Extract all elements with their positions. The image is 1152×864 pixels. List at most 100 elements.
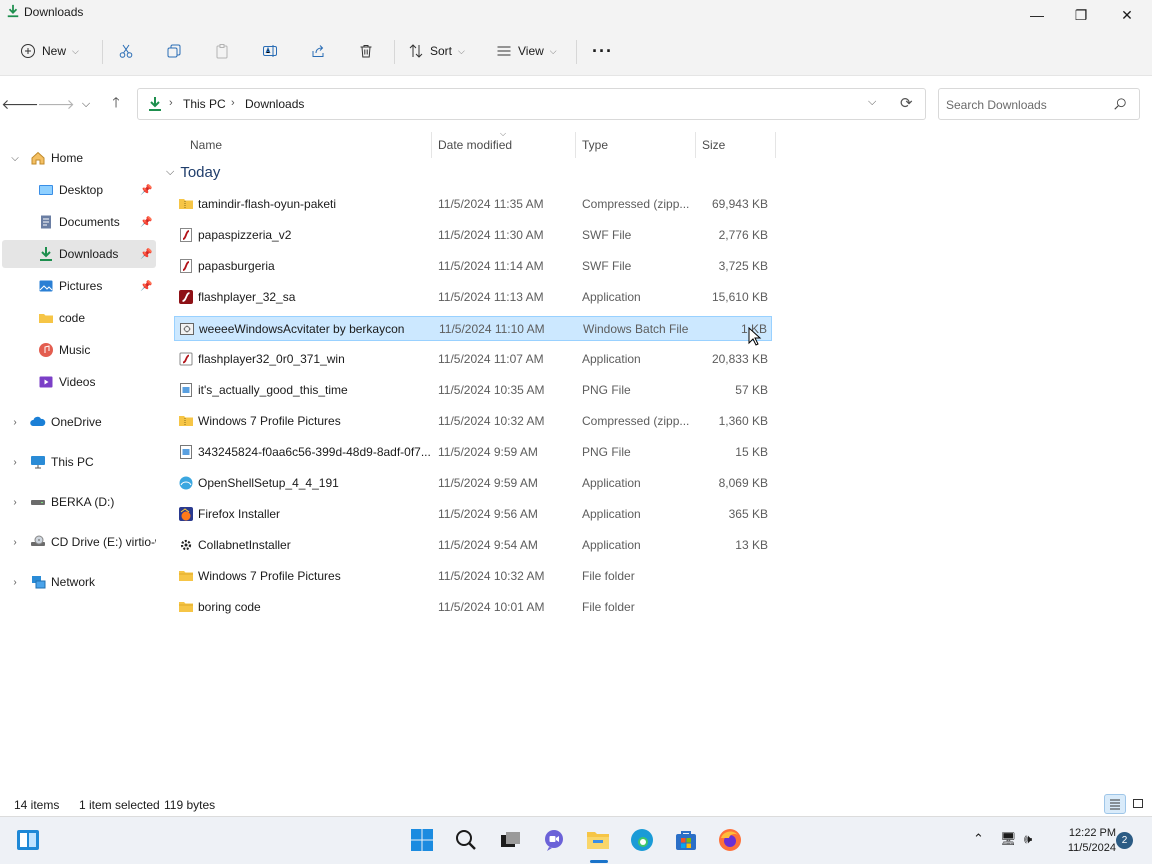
minimize-button[interactable]: —: [1014, 0, 1060, 30]
sidebar-item-label: OneDrive: [51, 415, 102, 429]
view-button[interactable]: View ⌵: [496, 38, 557, 64]
sidebar-item-music[interactable]: Music: [2, 336, 156, 364]
sidebar-item-onedrive[interactable]: › OneDrive: [2, 408, 156, 436]
sidebar-item-home[interactable]: ⌵ Home: [2, 144, 156, 172]
task-view-button[interactable]: [497, 827, 523, 853]
start-button[interactable]: [409, 827, 435, 853]
group-header-today[interactable]: ⌵ Today: [166, 164, 220, 181]
column-header-name[interactable]: Name: [190, 138, 222, 152]
file-row[interactable]: papaspizzeria_v2 11/5/2024 11:30 AM SWF …: [174, 223, 772, 248]
notification-badge[interactable]: 2: [1116, 832, 1133, 849]
column-header-size[interactable]: Size: [702, 138, 725, 152]
chevron-right-icon[interactable]: ›: [10, 497, 20, 508]
file-row[interactable]: it's_actually_good_this_time 11/5/2024 1…: [174, 378, 772, 403]
close-button[interactable]: ✕: [1104, 0, 1150, 30]
chevron-right-icon[interactable]: ›: [10, 457, 20, 468]
sidebar-item-cd-drive[interactable]: › CD Drive (E:) virtio-w: [2, 528, 156, 556]
flash-app-icon: [179, 352, 193, 366]
sidebar-item-this-pc[interactable]: › This PC: [2, 448, 156, 476]
column-header-row: Name ⌵ Date modified Type Size: [160, 129, 780, 158]
widgets-button[interactable]: [15, 827, 41, 853]
pin-icon[interactable]: 📌: [140, 185, 152, 196]
column-divider[interactable]: [431, 132, 432, 158]
volume-icon[interactable]: 🕪: [1024, 831, 1032, 847]
store-button[interactable]: [673, 827, 699, 853]
tiles-view-button[interactable]: [1127, 794, 1149, 814]
more-options-button[interactable]: ···: [592, 38, 613, 64]
sidebar-item-documents[interactable]: Documents 📌: [2, 208, 156, 236]
column-divider[interactable]: [775, 132, 776, 158]
file-explorer-icon: [587, 832, 609, 849]
column-divider[interactable]: [695, 132, 696, 158]
sidebar-item-desktop[interactable]: Desktop 📌: [2, 176, 156, 204]
system-clock[interactable]: 12:22 PM 11/5/2024: [1050, 826, 1116, 856]
file-row[interactable]: 343245824-f0aa6c56-399d-48d9-8adf-0f7...…: [174, 440, 772, 465]
edge-button[interactable]: [629, 827, 655, 853]
sidebar-item-label: BERKA (D:): [51, 495, 115, 509]
file-row[interactable]: Firefox Installer 11/5/2024 9:56 AM Appl…: [174, 502, 772, 527]
chat-button[interactable]: [541, 827, 567, 853]
forward-button[interactable]: 🡒: [37, 94, 75, 114]
file-row[interactable]: papasburgeria 11/5/2024 11:14 AM SWF Fil…: [174, 254, 772, 279]
pin-icon[interactable]: 📌: [140, 217, 152, 228]
search-icon[interactable]: [1113, 97, 1127, 111]
chevron-right-icon[interactable]: ›: [10, 417, 20, 428]
cd-drive-icon: [31, 535, 45, 546]
sidebar-item-videos[interactable]: Videos: [2, 368, 156, 396]
firefox-button[interactable]: [717, 827, 743, 853]
address-bar[interactable]: › This PC › Downloads ⌵ ⟳: [137, 88, 926, 120]
sort-label: Sort: [430, 44, 453, 58]
sort-button[interactable]: Sort ⌵: [408, 38, 465, 64]
chevron-right-icon[interactable]: ›: [10, 577, 20, 588]
paste-button[interactable]: [214, 38, 230, 64]
start-icon: [411, 829, 433, 851]
file-row[interactable]: Windows 7 Profile Pictures 11/5/2024 10:…: [174, 409, 772, 434]
show-hidden-icons-button[interactable]: ⌃: [973, 831, 984, 847]
edge-icon: [631, 829, 653, 851]
file-row[interactable]: flashplayer32_0r0_371_win 11/5/2024 11:0…: [174, 347, 772, 372]
search-input[interactable]: [946, 96, 1111, 114]
recent-locations-button[interactable]: ⌵: [76, 94, 96, 114]
file-name: CollabnetInstaller: [198, 538, 291, 552]
file-row[interactable]: boring code 11/5/2024 10:01 AM File fold…: [174, 595, 772, 620]
file-explorer-button[interactable]: [585, 827, 611, 853]
chevron-down-icon[interactable]: ⌵: [10, 153, 20, 164]
file-date: 11/5/2024 10:01 AM: [438, 600, 545, 614]
new-button[interactable]: New ⌵: [20, 38, 79, 64]
file-row[interactable]: tamindir-flash-oyun-paketi 11/5/2024 11:…: [174, 192, 772, 217]
network-status-icon[interactable]: 🖥: [1000, 831, 1017, 847]
column-header-date-modified[interactable]: Date modified: [438, 138, 512, 152]
sidebar-item-network[interactable]: › Network: [2, 568, 156, 596]
breadcrumb-downloads[interactable]: Downloads: [245, 97, 304, 111]
sidebar-item-downloads[interactable]: Downloads 📌: [2, 240, 156, 268]
taskbar-search-button[interactable]: [453, 827, 479, 853]
sidebar-item-berka-drive[interactable]: › BERKA (D:): [2, 488, 156, 516]
sidebar-item-code[interactable]: code: [2, 304, 156, 332]
file-row[interactable]: flashplayer_32_sa 11/5/2024 11:13 AM App…: [174, 285, 772, 310]
rename-button[interactable]: [262, 38, 278, 64]
details-view-icon: [1110, 799, 1120, 810]
file-row-selected[interactable]: weeeeWindowsAcvitater by berkaycon 11/5/…: [174, 316, 772, 341]
copy-button[interactable]: [166, 38, 182, 64]
pin-icon[interactable]: 📌: [140, 281, 152, 292]
sidebar-item-pictures[interactable]: Pictures 📌: [2, 272, 156, 300]
delete-button[interactable]: [358, 38, 374, 64]
search-box[interactable]: [938, 88, 1140, 120]
chevron-down-icon[interactable]: ⌵: [166, 166, 174, 179]
details-view-button[interactable]: [1104, 794, 1126, 814]
maximize-button[interactable]: ❐: [1058, 0, 1104, 30]
file-row[interactable]: Windows 7 Profile Pictures 11/5/2024 10:…: [174, 564, 772, 589]
back-button[interactable]: 🡐: [1, 94, 39, 114]
cut-button[interactable]: [118, 38, 134, 64]
pin-icon[interactable]: 📌: [140, 249, 152, 260]
share-button[interactable]: [310, 38, 326, 64]
chevron-right-icon[interactable]: ›: [10, 537, 20, 548]
up-button[interactable]: 🡑: [106, 94, 126, 114]
file-row[interactable]: CollabnetInstaller 11/5/2024 9:54 AM App…: [174, 533, 772, 558]
column-header-type[interactable]: Type: [582, 138, 608, 152]
breadcrumb-this-pc[interactable]: This PC: [183, 97, 226, 111]
address-history-button[interactable]: ⌵: [868, 96, 876, 109]
column-divider[interactable]: [575, 132, 576, 158]
file-row[interactable]: OpenShellSetup_4_4_191 11/5/2024 9:59 AM…: [174, 471, 772, 496]
refresh-icon[interactable]: ⟳: [900, 94, 913, 112]
